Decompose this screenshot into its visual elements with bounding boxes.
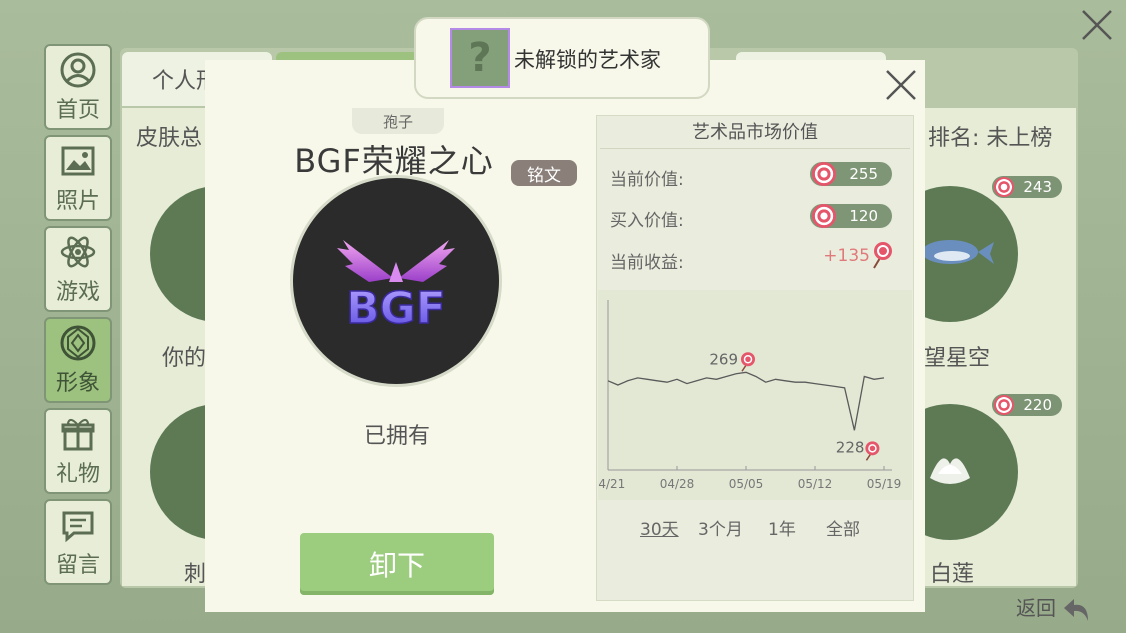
sidebar-item-home[interactable]: 首页 [44, 44, 112, 130]
sidebar-item-photos[interactable]: 照片 [44, 135, 112, 221]
chart-x-tick-label: 05/05 [729, 477, 764, 491]
price-badge-2: 220 [992, 394, 1062, 416]
buy-value: 120 [849, 207, 878, 225]
sidebar-item-label: 首页 [55, 98, 100, 123]
lollipop-icon [873, 242, 892, 269]
photo-icon [61, 146, 95, 176]
current-value: 255 [849, 165, 878, 183]
back-label: 返回 [1016, 596, 1056, 620]
chart-min-label: 228 [836, 438, 865, 456]
inscription-badge: 铭文 [511, 160, 577, 186]
current-value-label: 当前价值: [610, 170, 684, 190]
chart-x-tick-label: 05/12 [798, 477, 833, 491]
gain-value: +135 [823, 246, 870, 266]
close-icon[interactable] [1080, 8, 1114, 42]
lollipop-icon [994, 395, 1014, 415]
chart-x-tick-label: 04/28 [660, 477, 695, 491]
lollipop-icon [812, 204, 836, 228]
current-value-pill: 255 [808, 160, 894, 188]
chart-x-tick-label: 04/21 [598, 477, 625, 491]
atom-icon [60, 236, 96, 268]
lollipop-icon [812, 162, 836, 186]
range-30d[interactable]: 30天 [640, 515, 679, 540]
max-lollipop-icon-stick [741, 364, 747, 372]
rank-label: 排名: 未上榜 [928, 126, 1053, 151]
item-left-1-name: 你的 [162, 346, 207, 371]
range-3m[interactable]: 3个月 [698, 515, 743, 540]
chart-max-label: 269 [709, 350, 738, 368]
back-button[interactable]: 返回 [1016, 592, 1092, 623]
gift-icon [61, 419, 95, 451]
bgf-logo-icon: BGF [337, 240, 455, 335]
user-circle-icon [60, 52, 96, 88]
category-tag: 孢子 [352, 108, 444, 134]
price-chart: 04/21 04/28 05/05 05/12 05/19 269 228 [598, 300, 902, 491]
item-left-2-name: 刺 [184, 562, 207, 587]
gain-label: 当前收益: [610, 253, 684, 273]
buy-value-pill: 120 [808, 202, 894, 230]
price-line [607, 371, 885, 431]
item-name: BGF荣耀之心 [294, 142, 494, 180]
owned-status: 已拥有 [363, 424, 430, 449]
chart-x-tick-label: 05/19 [867, 477, 902, 491]
return-arrow-icon [1064, 598, 1089, 621]
item-avatar: BGF [293, 178, 499, 384]
sidebar-item-label: 留言 [55, 553, 100, 578]
min-lollipop-icon-stick [865, 453, 872, 461]
bgf-logo-text: BGF [346, 283, 446, 334]
unequip-button[interactable]: 卸下 [300, 533, 494, 595]
dialog-close-icon[interactable] [884, 68, 918, 102]
sidebar-item-games[interactable]: 游戏 [44, 226, 112, 312]
sidebar-item-label: 照片 [55, 189, 100, 214]
lollipop-icon [994, 177, 1014, 197]
message-icon [62, 511, 94, 543]
sidebar-item-label: 形象 [55, 371, 100, 396]
sidebar-item-label: 礼物 [55, 462, 100, 487]
price-badge-1-value: 243 [1023, 178, 1052, 196]
diamond-icon [60, 325, 96, 361]
min-lollipop-icon [865, 441, 880, 456]
range-all[interactable]: 全部 [826, 515, 860, 540]
skin-total-label: 皮肤总 [136, 126, 203, 151]
sidebar-item-avatar[interactable]: 形象 [44, 317, 112, 403]
sidebar-item-label: 游戏 [55, 280, 100, 305]
question-mark-icon: ? [468, 35, 492, 81]
buy-value-label: 买入价值: [610, 211, 684, 231]
item-right-2-name: 白莲 [930, 562, 975, 587]
sidebar-item-gifts[interactable]: 礼物 [44, 408, 112, 494]
divider [600, 148, 910, 149]
range-1y[interactable]: 1年 [768, 515, 796, 540]
market-title: 艺术品市场价值 [692, 122, 818, 143]
artist-title: 未解锁的艺术家 [514, 48, 661, 72]
sidebar-item-messages[interactable]: 留言 [44, 499, 112, 585]
price-badge-2-value: 220 [1023, 396, 1052, 414]
max-lollipop-icon [741, 352, 755, 367]
item-right-1-name: 望星空 [924, 346, 991, 371]
price-badge-1: 243 [992, 176, 1062, 198]
artist-thumbnail[interactable]: ? [450, 28, 510, 88]
